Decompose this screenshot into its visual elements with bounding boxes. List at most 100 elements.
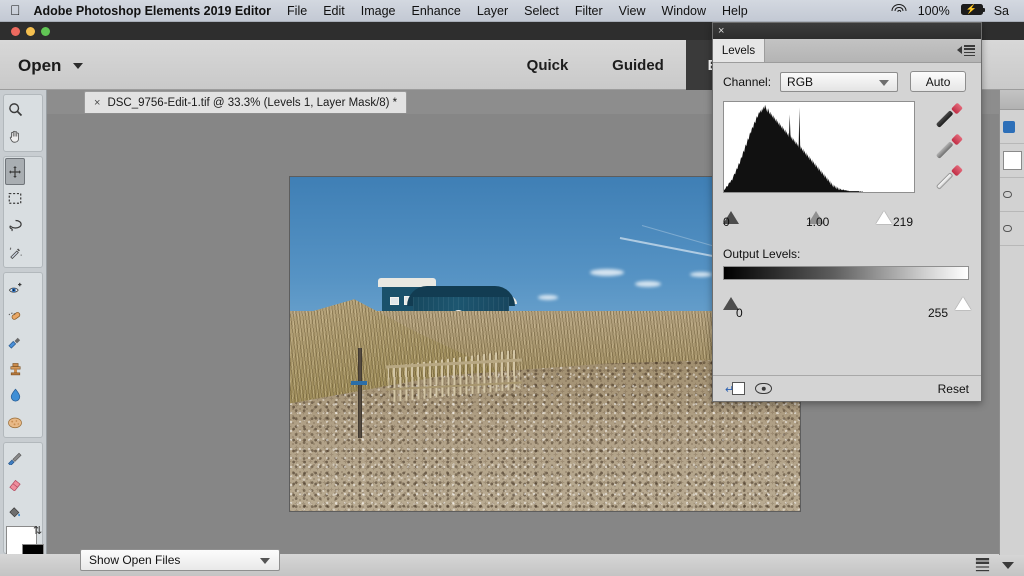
layers-panel-toolbar[interactable]	[1000, 110, 1024, 144]
reset-button[interactable]: Reset	[938, 382, 969, 396]
menu-edit[interactable]: Edit	[323, 4, 345, 18]
zoom-tool[interactable]	[5, 96, 25, 123]
menu-layer[interactable]: Layer	[477, 4, 508, 18]
levels-panel-tabstrip: Levels	[713, 39, 981, 63]
output-black-value[interactable]: 0	[736, 306, 743, 320]
levels-panel-footer: ↵ Reset	[713, 375, 981, 401]
menu-help[interactable]: Help	[722, 4, 748, 18]
apple-logo-icon[interactable]: 	[10, 3, 21, 17]
swap-colors-icon[interactable]: ⇅	[33, 524, 42, 537]
brush-tool[interactable]	[5, 444, 25, 471]
menu-triangle-icon	[957, 46, 962, 54]
menu-enhance[interactable]: Enhance	[412, 4, 461, 18]
tools-panel	[0, 90, 47, 555]
channel-select-value: RGB	[787, 75, 813, 89]
add-adjustment-icon[interactable]	[1003, 121, 1015, 133]
menu-bar-status-items: 100% ⚡ Sa	[892, 4, 1024, 18]
close-icon[interactable]: ×	[94, 97, 100, 109]
layer-thumbnail[interactable]	[1003, 151, 1022, 170]
layer-row[interactable]	[1000, 144, 1024, 178]
sponge-tool[interactable]	[5, 409, 25, 436]
spot-healing-brush-tool[interactable]	[5, 301, 25, 328]
layer-visibility-icon[interactable]	[1003, 225, 1012, 232]
open-button[interactable]: Open	[12, 52, 89, 80]
close-window-button[interactable]	[11, 27, 20, 36]
tab-guided[interactable]: Guided	[592, 40, 684, 90]
layers-panel-tab-bar[interactable]	[1000, 90, 1024, 110]
auto-button[interactable]: Auto	[910, 71, 966, 92]
show-open-files-label: Show Open Files	[89, 553, 180, 567]
set-black-point-eyedropper[interactable]	[937, 103, 963, 129]
output-white-point-slider[interactable]	[955, 280, 971, 293]
output-white-value[interactable]: 255	[928, 306, 948, 320]
tool-group-retouch	[3, 272, 43, 438]
input-gamma-value[interactable]: 1.00	[806, 215, 829, 229]
app-footer: Show Open Files	[0, 554, 1024, 576]
preview-eye-icon[interactable]	[755, 383, 772, 394]
input-black-value[interactable]: 0	[723, 215, 730, 229]
smart-brush-tool[interactable]	[5, 328, 25, 355]
layer-row[interactable]	[1000, 178, 1024, 212]
panel-menu-icon[interactable]	[957, 45, 975, 55]
menu-window[interactable]: Window	[662, 4, 706, 18]
macos-menu-bar:  Adobe Photoshop Elements 2019 Editor F…	[0, 0, 1024, 22]
input-levels-sliders[interactable]	[723, 194, 917, 210]
cloud	[590, 269, 624, 276]
blur-tool[interactable]	[5, 382, 25, 409]
input-white-point-slider[interactable]	[876, 194, 892, 207]
clone-stamp-tool[interactable]	[5, 355, 25, 382]
levels-panel-body: Channel: RGB Auto	[713, 63, 981, 326]
zoom-window-button[interactable]	[41, 27, 50, 36]
red-eye-removal-tool[interactable]	[5, 274, 25, 301]
chevron-down-icon	[879, 80, 889, 86]
set-gray-point-eyedropper[interactable]	[937, 134, 963, 160]
minimize-window-button[interactable]	[26, 27, 35, 36]
document-tab-title: DSC_9756-Edit-1.tif @ 33.3% (Levels 1, L…	[107, 97, 397, 109]
show-open-files-select[interactable]: Show Open Files	[80, 549, 280, 571]
paint-bucket-tool[interactable]	[5, 498, 25, 525]
menu-view[interactable]: View	[619, 4, 646, 18]
tool-group-view	[3, 94, 43, 152]
move-tool[interactable]	[5, 158, 25, 185]
clip-to-layer-icon[interactable]: ↵	[725, 382, 745, 396]
cloud	[538, 295, 558, 300]
quick-selection-tool[interactable]	[5, 239, 25, 266]
layer-row[interactable]	[1000, 212, 1024, 246]
levels-panel[interactable]: × Levels Channel: RGB Auto	[712, 22, 982, 402]
blue-marker-on-post	[351, 381, 367, 385]
open-button-label: Open	[18, 56, 61, 76]
output-black-point-slider[interactable]	[723, 280, 739, 293]
lasso-tool[interactable]	[5, 212, 25, 239]
eyedropper-group	[915, 101, 971, 193]
tab-quick[interactable]: Quick	[505, 40, 590, 90]
channel-row: Channel: RGB Auto	[723, 71, 971, 92]
output-levels-sliders[interactable]	[723, 280, 971, 294]
tab-levels[interactable]: Levels	[713, 39, 765, 62]
input-levels-values: 0 1.00 219	[723, 215, 917, 235]
menu-image[interactable]: Image	[361, 4, 396, 18]
document-tab[interactable]: × DSC_9756-Edit-1.tif @ 33.3% (Levels 1,…	[84, 91, 407, 113]
input-white-value[interactable]: 219	[893, 215, 913, 229]
set-white-point-eyedropper[interactable]	[937, 165, 963, 191]
battery-charging-icon[interactable]: ⚡	[961, 4, 983, 18]
hand-tool[interactable]	[5, 123, 25, 150]
menu-select[interactable]: Select	[524, 4, 559, 18]
wifi-icon[interactable]	[892, 4, 907, 18]
menu-lines-icon	[964, 45, 975, 55]
rectangular-marquee-tool[interactable]	[5, 185, 25, 212]
chevron-down-icon	[73, 63, 83, 69]
tool-group-select	[3, 156, 43, 268]
input-black-point-slider[interactable]	[723, 194, 739, 207]
active-app-name: Adobe Photoshop Elements 2019 Editor	[34, 4, 272, 18]
panel-options-icon[interactable]	[977, 556, 988, 574]
layer-visibility-icon[interactable]	[1003, 191, 1012, 198]
eraser-tool[interactable]	[5, 471, 25, 498]
close-icon[interactable]: ×	[718, 24, 724, 38]
input-gamma-slider[interactable]	[808, 194, 824, 207]
chevron-down-icon[interactable]	[1002, 562, 1014, 569]
layers-panel[interactable]	[999, 90, 1024, 555]
channel-label: Channel:	[723, 75, 771, 89]
menu-filter[interactable]: Filter	[575, 4, 603, 18]
channel-select[interactable]: RGB	[780, 72, 898, 92]
menu-file[interactable]: File	[287, 4, 307, 18]
